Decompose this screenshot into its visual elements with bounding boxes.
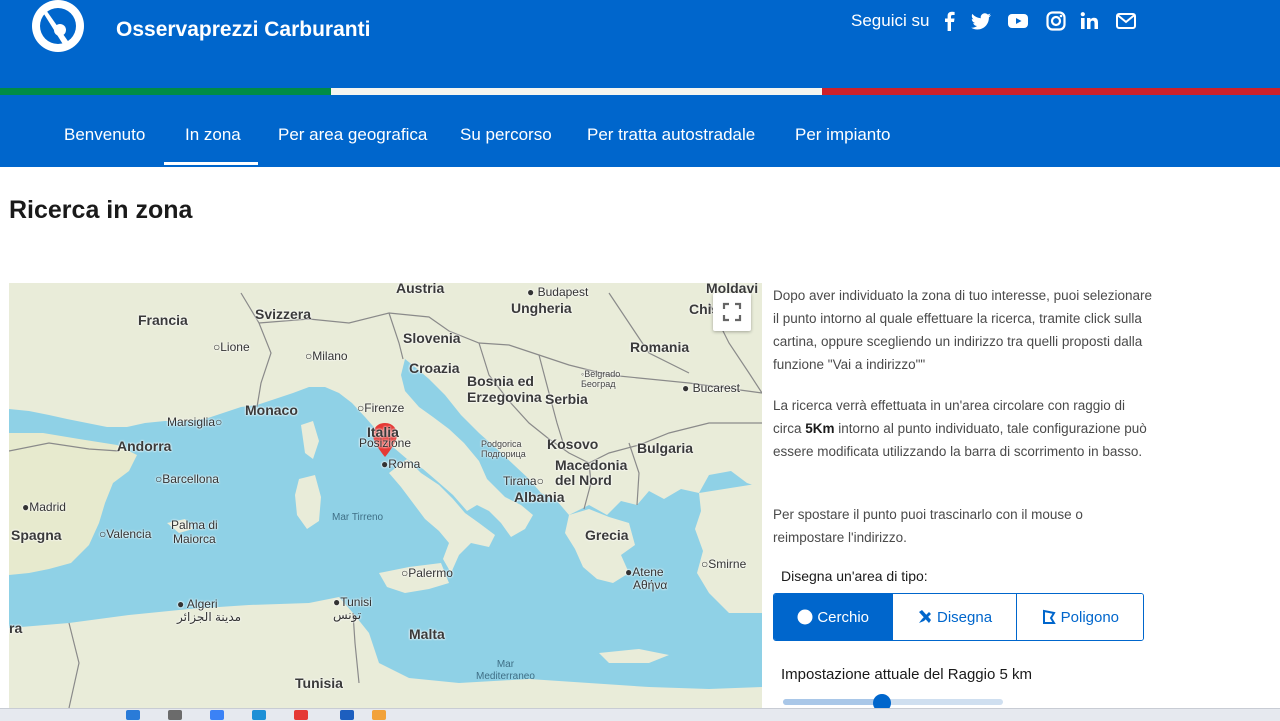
logo-icon[interactable] [26,0,90,64]
map-label-kosovo: Kosovo [547,436,599,452]
circle-option-label: Cerchio [817,608,870,626]
brand-name[interactable]: Osservaprezzi Carburanti [116,18,370,42]
map-label-ungheria: Ungheria [511,300,572,316]
map-label-francia: Francia [138,312,188,328]
active-nav-indicator [164,162,258,165]
draw-type-group: Cerchio Disegna Poligono [773,593,1144,641]
radius-label: Impostazione attuale del Raggio 5 km [781,666,1032,683]
map-label-budapest: ● Budapest [527,285,589,299]
nav-benvenuto[interactable]: Benvenuto [64,125,145,145]
circle-icon [797,609,813,625]
twitter-icon[interactable] [970,10,992,32]
polygon-option-button[interactable]: Poligono [1016,594,1143,640]
map-label-croazia: Croazia [409,360,460,376]
nav-su-percorso[interactable]: Su percorso [460,125,552,145]
map-label-barcellona: ○Barcellona [155,472,219,486]
map-label-andorra: Andorra [117,438,172,454]
circle-option-button[interactable]: Cerchio [774,594,894,640]
draw-option-button[interactable]: Disegna [893,594,1017,640]
map-label-roma: ●Roma [381,457,421,471]
youtube-icon[interactable] [1007,10,1029,32]
map-label-tunisia: Tunisia [295,675,343,691]
taskbar-app-icon[interactable] [252,710,266,720]
search-map[interactable]: Austria ● Budapest Moldavi Chiș Francia … [9,283,762,708]
map-label-palma: Palma di Maiorca [171,518,218,546]
map-label-bulgaria: Bulgaria [637,440,694,456]
fullscreen-icon [722,302,742,322]
facebook-icon[interactable] [939,10,961,32]
polygon-option-label: Poligono [1060,608,1120,626]
tricolor-stripe [0,88,1280,95]
polygon-icon [1042,609,1056,624]
info-paragraph-2: La ricerca verrà effettuata in un'area c… [773,398,1147,459]
radius-slider-fill [783,699,882,705]
mail-icon[interactable] [1115,10,1137,32]
map-label-austria: Austria [396,283,445,296]
map-label-algeri: ● Algeri مدينة الجزائر [177,597,242,624]
map-label-valencia: ○Valencia [99,527,152,541]
taskbar-app-icon[interactable] [210,710,224,720]
os-taskbar [0,708,1280,721]
map-label-monaco: Monaco [245,402,298,418]
map-label-edge: ra [9,620,23,636]
map-label-posizione: Posizione [359,436,412,450]
map-label-malta: Malta [409,626,445,642]
map-fullscreen-button[interactable] [713,293,751,331]
map-label-mar-mediterraneo: Mar Mediterraneo [476,659,535,682]
site-header: Osservaprezzi Carburanti Seguici su [0,0,1280,88]
map-label-belgrado: ◦Belgrado Београд [581,369,621,389]
map-label-macedonia: Macedonia del Nord [555,457,628,488]
map-label-svizzera: Svizzera [255,306,312,322]
nav-per-area-geografica[interactable]: Per area geografica [278,125,427,145]
draw-area-label: Disegna un'area di tipo: [781,568,928,584]
taskbar-app-icon[interactable] [372,710,386,720]
map-label-bucarest: ● Bucarest [682,381,740,395]
map-label-albania: Albania [514,489,565,505]
main-nav: Benvenuto In zona Per area geografica Su… [0,95,1280,167]
map-label-romania: Romania [630,339,690,355]
linkedin-icon[interactable] [1079,10,1101,32]
map-label-marsiglia: Marsiglia○ [167,415,223,429]
map-label-podgorica: Podgorica Подгорица [481,439,526,459]
taskbar-app-icon[interactable] [126,710,140,720]
map-label-mar-tirreno: Mar Tirreno [332,512,384,523]
draw-tools-icon [919,610,931,623]
map-label-milano: ○Milano [305,349,348,363]
nav-per-impianto[interactable]: Per impianto [795,125,890,145]
map-label-grecia: Grecia [585,527,629,543]
map-label-smirne: ○Smirne [701,557,747,571]
draw-option-label: Disegna [937,608,993,626]
map-label-serbia: Serbia [545,391,588,407]
map-label-firenze: ○Firenze [357,401,405,415]
map-label-tunisi: ●Tunisi تونس [333,595,372,622]
taskbar-app-icon[interactable] [340,710,354,720]
map-label-slovenia: Slovenia [403,330,461,346]
map-label-bosnia: Bosnia ed Erzegovina [467,373,542,405]
info-paragraph-3: Per spostare il punto puoi trascinarlo c… [773,507,1083,545]
info-paragraph-1: Dopo aver individuato la zona di tuo int… [773,288,1152,372]
map-label-atene: ●Atene Αθήνα [625,565,668,592]
map-label-lione: ○Lione [213,340,250,354]
instagram-icon[interactable] [1045,10,1067,32]
map-label-tirana: Tirana○ [503,474,544,488]
nav-in-zona[interactable]: In zona [185,125,241,145]
taskbar-app-icon[interactable] [168,710,182,720]
map-label-madrid: ●Madrid [22,500,66,514]
nav-per-tratta-autostradale[interactable]: Per tratta autostradale [587,125,755,145]
map-label-palermo: ○Palermo [401,566,453,580]
page-title: Ricerca in zona [9,196,193,224]
map-label-spagna: Spagna [11,527,62,543]
follow-label: Seguici su [851,11,930,30]
taskbar-app-icon[interactable] [294,710,308,720]
